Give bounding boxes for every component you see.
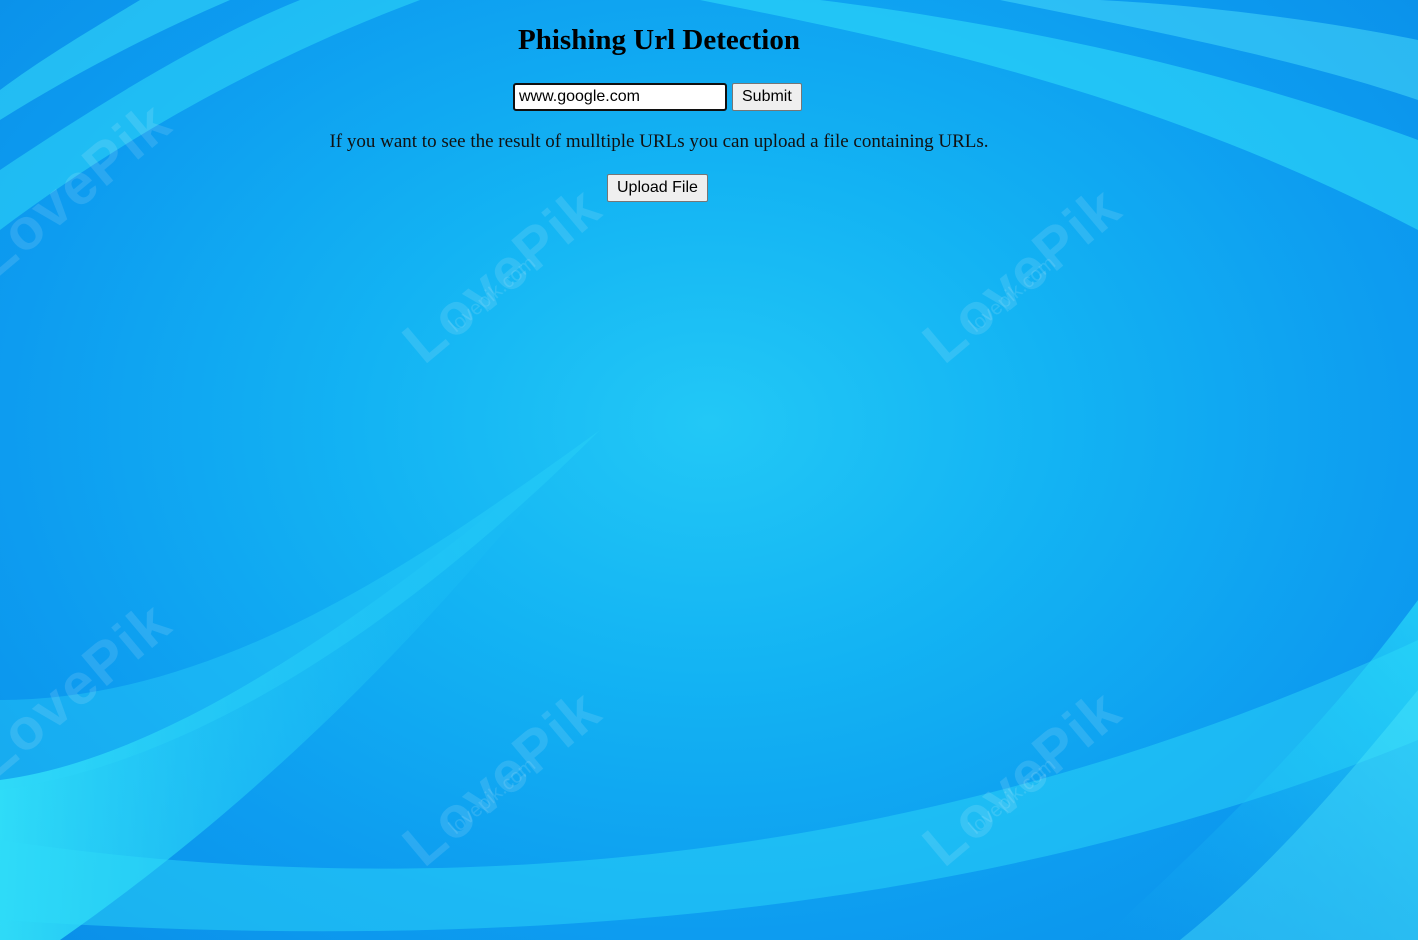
url-form: Submit	[513, 83, 802, 111]
submit-button[interactable]: Submit	[732, 83, 802, 111]
upload-file-button[interactable]: Upload File	[607, 174, 708, 202]
upload-row: Upload File	[607, 174, 708, 202]
page-title: Phishing Url Detection	[518, 24, 800, 56]
upload-instructions: If you want to see the result of mulltip…	[329, 131, 989, 152]
url-input[interactable]	[513, 83, 727, 111]
